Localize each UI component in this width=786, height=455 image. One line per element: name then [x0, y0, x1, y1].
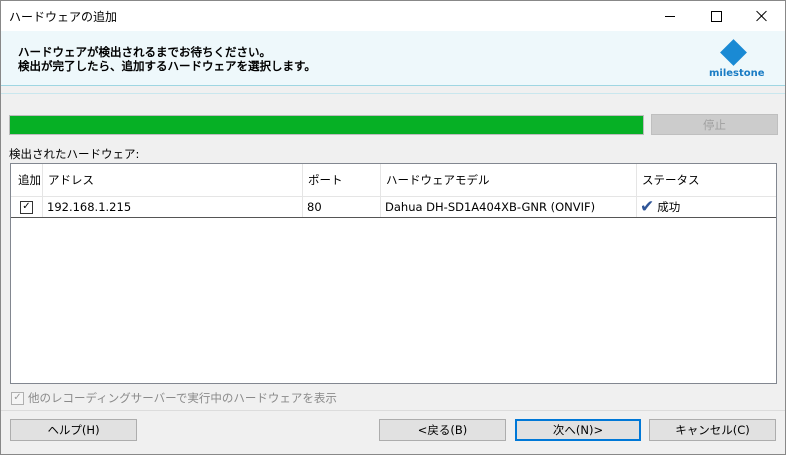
back-button[interactable]: <戻る(B)	[379, 419, 506, 441]
show-other-servers-option[interactable]: ✓ 他のレコーディングサーバーで実行中のハードウェアを表示	[11, 390, 337, 406]
show-other-servers-label: 他のレコーディングサーバーで実行中のハードウェアを表示	[28, 391, 337, 405]
row-add-cell[interactable]: ✓	[11, 197, 43, 217]
column-header-add[interactable]: 追加	[11, 164, 43, 197]
hardware-table[interactable]: 追加 アドレス ポート ハードウェアモデル ステータス ✓ 192.168.1.…	[10, 163, 777, 384]
row-status: ✔ 成功	[637, 197, 776, 217]
wizard-header: ハードウェアが検出されるまでお待ちください。 検出が完了したら、追加するハードウ…	[1, 31, 785, 86]
instruction-line-2: 検出が完了したら、追加するハードウェアを選択します。	[18, 59, 316, 73]
minimize-button[interactable]	[647, 1, 693, 31]
maximize-icon	[710, 10, 722, 22]
window-title: ハードウェアの追加	[9, 10, 118, 24]
column-header-address[interactable]: アドレス	[43, 164, 303, 197]
close-button[interactable]	[739, 1, 785, 31]
milestone-logo-text: milestone	[709, 68, 765, 79]
add-hardware-dialog: ハードウェアの追加 ハードウェアが検出されるまでお待ちください。 検出が完了した…	[0, 0, 786, 455]
footer-divider	[1, 410, 785, 411]
column-header-model[interactable]: ハードウェアモデル	[381, 164, 637, 197]
cancel-button[interactable]: キャンセル(C)	[649, 419, 776, 441]
milestone-logo-icon	[720, 39, 747, 66]
detection-progress-bar	[9, 115, 644, 135]
minimize-icon	[665, 15, 675, 17]
stop-button[interactable]: 停止	[651, 114, 778, 135]
help-button[interactable]: ヘルプ(H)	[10, 419, 137, 441]
detected-hardware-label: 検出されたハードウェア:	[9, 147, 140, 161]
row-status-text: 成功	[657, 200, 681, 214]
progress-fill	[10, 116, 643, 134]
checkmark-icon: ✔	[640, 197, 655, 217]
table-row[interactable]: ✓ 192.168.1.215 80 Dahua DH-SD1A404XB-GN…	[11, 197, 776, 218]
show-other-servers-checkbox[interactable]: ✓	[11, 391, 24, 405]
next-button[interactable]: 次へ(N)>	[515, 419, 641, 441]
column-header-status[interactable]: ステータス	[637, 164, 776, 197]
row-port: 80	[303, 197, 381, 217]
header-divider	[1, 93, 785, 94]
row-add-checkbox[interactable]: ✓	[20, 200, 33, 214]
row-model: Dahua DH-SD1A404XB-GNR (ONVIF)	[381, 197, 637, 217]
row-address: 192.168.1.215	[43, 197, 303, 217]
column-header-port[interactable]: ポート	[303, 164, 381, 197]
close-icon	[756, 10, 768, 22]
maximize-button[interactable]	[693, 1, 739, 31]
title-bar[interactable]: ハードウェアの追加	[1, 1, 785, 31]
